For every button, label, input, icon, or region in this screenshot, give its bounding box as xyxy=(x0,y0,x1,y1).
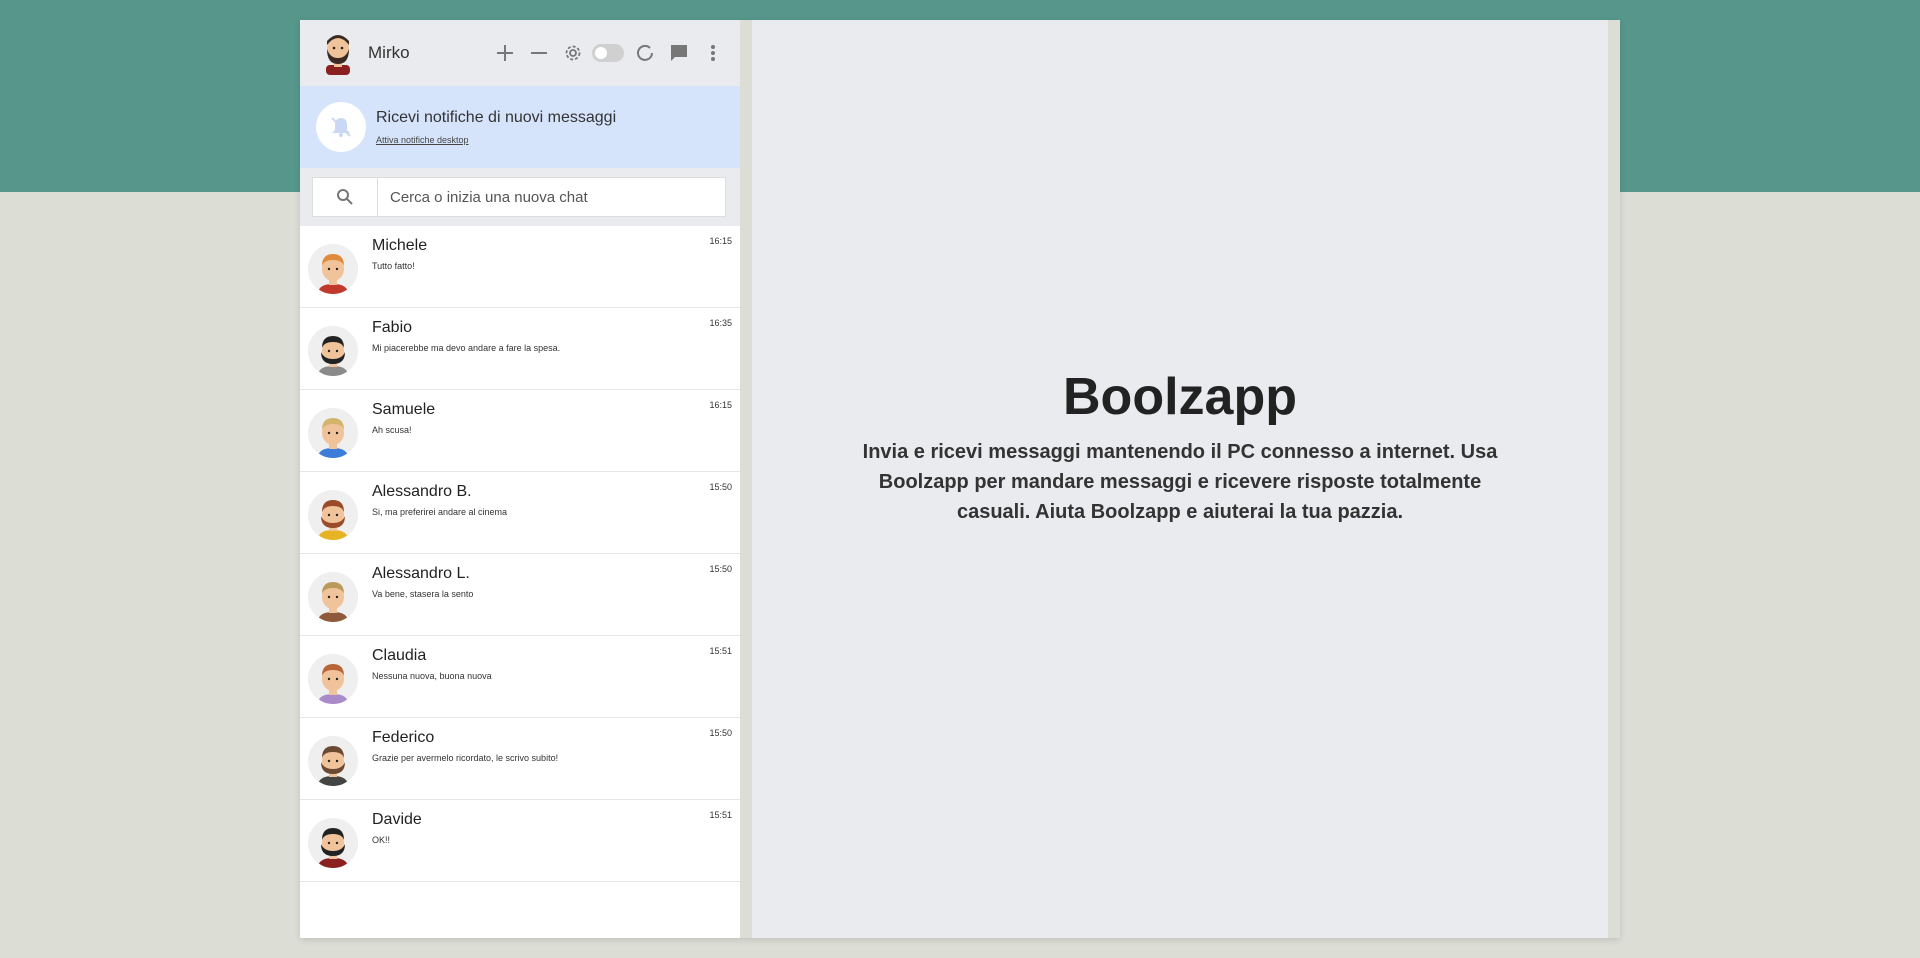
notification-title: Ricevi notifiche di nuovi messaggi xyxy=(376,109,617,126)
contact-last-message: Nessuna nuova, buona nuova xyxy=(372,671,492,681)
contact-name: Alessandro L. xyxy=(372,565,470,582)
contact-list: Michele Tutto fatto! 16:15 Fabio Mi piac… xyxy=(300,226,740,882)
contact-time: 15:51 xyxy=(709,646,732,656)
enable-notifications-link[interactable]: Attiva notifiche desktop xyxy=(376,135,616,145)
search-icon[interactable] xyxy=(313,178,378,216)
contact-avatar xyxy=(308,490,358,540)
contact-item[interactable]: Alessandro B. Si, ma preferirei andare a… xyxy=(300,472,740,554)
refresh-icon[interactable] xyxy=(632,40,658,66)
contact-avatar xyxy=(308,326,358,376)
contact-item[interactable]: Samuele Ah scusa! 16:15 xyxy=(300,390,740,472)
contact-item[interactable]: Michele Tutto fatto! 16:15 xyxy=(300,226,740,308)
contact-last-message: Grazie per avermelo ricordato, le scrivo… xyxy=(372,753,559,763)
sidebar-header: Mirko xyxy=(300,20,740,86)
contact-last-message: Ah scusa! xyxy=(372,425,412,435)
column-divider xyxy=(740,20,752,938)
gear-icon[interactable] xyxy=(560,40,586,66)
app-description: Invia e ricevi messaggi mantenendo il PC… xyxy=(862,441,1498,523)
contact-item[interactable]: Claudia Nessuna nuova, buona nuova 15:51 xyxy=(300,636,740,718)
contact-time: 16:15 xyxy=(709,400,732,410)
contact-avatar xyxy=(308,408,358,458)
welcome-panel: Boolzapp Invia e ricevi messaggi mantene… xyxy=(752,20,1620,938)
search-input[interactable] xyxy=(378,187,725,207)
contact-avatar xyxy=(308,654,358,704)
contact-avatar xyxy=(308,244,358,294)
contact-last-message: Va bene, stasera la sento xyxy=(372,589,474,599)
contact-time: 15:51 xyxy=(709,810,732,820)
contact-time: 16:15 xyxy=(709,236,732,246)
chat-icon[interactable] xyxy=(666,40,692,66)
contact-item[interactable]: Alessandro L. Va bene, stasera la sento … xyxy=(300,554,740,636)
contact-time: 16:35 xyxy=(709,318,732,328)
contact-time: 15:50 xyxy=(709,564,732,574)
contact-time: 15:50 xyxy=(709,482,732,492)
more-icon[interactable] xyxy=(700,40,726,66)
minus-icon[interactable] xyxy=(526,40,552,66)
contact-last-message: Tutto fatto! xyxy=(372,261,415,271)
app-window: Mirko Ricevi notifiche di nuovi messaggi… xyxy=(300,20,1620,938)
contact-last-message: Mi piacerebbe ma devo andare a fare la s… xyxy=(372,343,561,353)
search-box xyxy=(312,177,726,217)
contact-name: Alessandro B. xyxy=(372,483,472,500)
contact-item[interactable]: Davide OK!! 15:51 xyxy=(300,800,740,882)
plus-icon[interactable] xyxy=(492,40,518,66)
app-title: Boolzapp xyxy=(1063,368,1297,426)
contact-avatar xyxy=(308,572,358,622)
user-name: Mirko xyxy=(368,43,410,62)
contact-time: 15:50 xyxy=(709,728,732,738)
search-bar xyxy=(300,168,740,226)
bell-off-icon[interactable] xyxy=(316,102,366,152)
contact-name: Claudia xyxy=(372,647,427,664)
toggle-switch[interactable] xyxy=(592,44,624,62)
contact-item[interactable]: Federico Grazie per avermelo ricordato, … xyxy=(300,718,740,800)
contact-name: Michele xyxy=(372,237,428,254)
contact-item[interactable]: Fabio Mi piacerebbe ma devo andare a far… xyxy=(300,308,740,390)
contact-avatar xyxy=(308,736,358,786)
contact-last-message: Si, ma preferirei andare al cinema xyxy=(372,507,508,517)
contact-last-message: OK!! xyxy=(372,835,391,845)
contact-name: Samuele xyxy=(372,401,436,418)
sidebar: Mirko Ricevi notifiche di nuovi messaggi… xyxy=(300,20,740,938)
user-avatar[interactable] xyxy=(318,31,358,75)
notification-banner: Ricevi notifiche di nuovi messaggi Attiv… xyxy=(300,86,740,168)
contact-name: Davide xyxy=(372,811,422,828)
contact-avatar xyxy=(308,818,358,868)
contact-name: Fabio xyxy=(372,319,413,336)
contact-name: Federico xyxy=(372,729,435,746)
